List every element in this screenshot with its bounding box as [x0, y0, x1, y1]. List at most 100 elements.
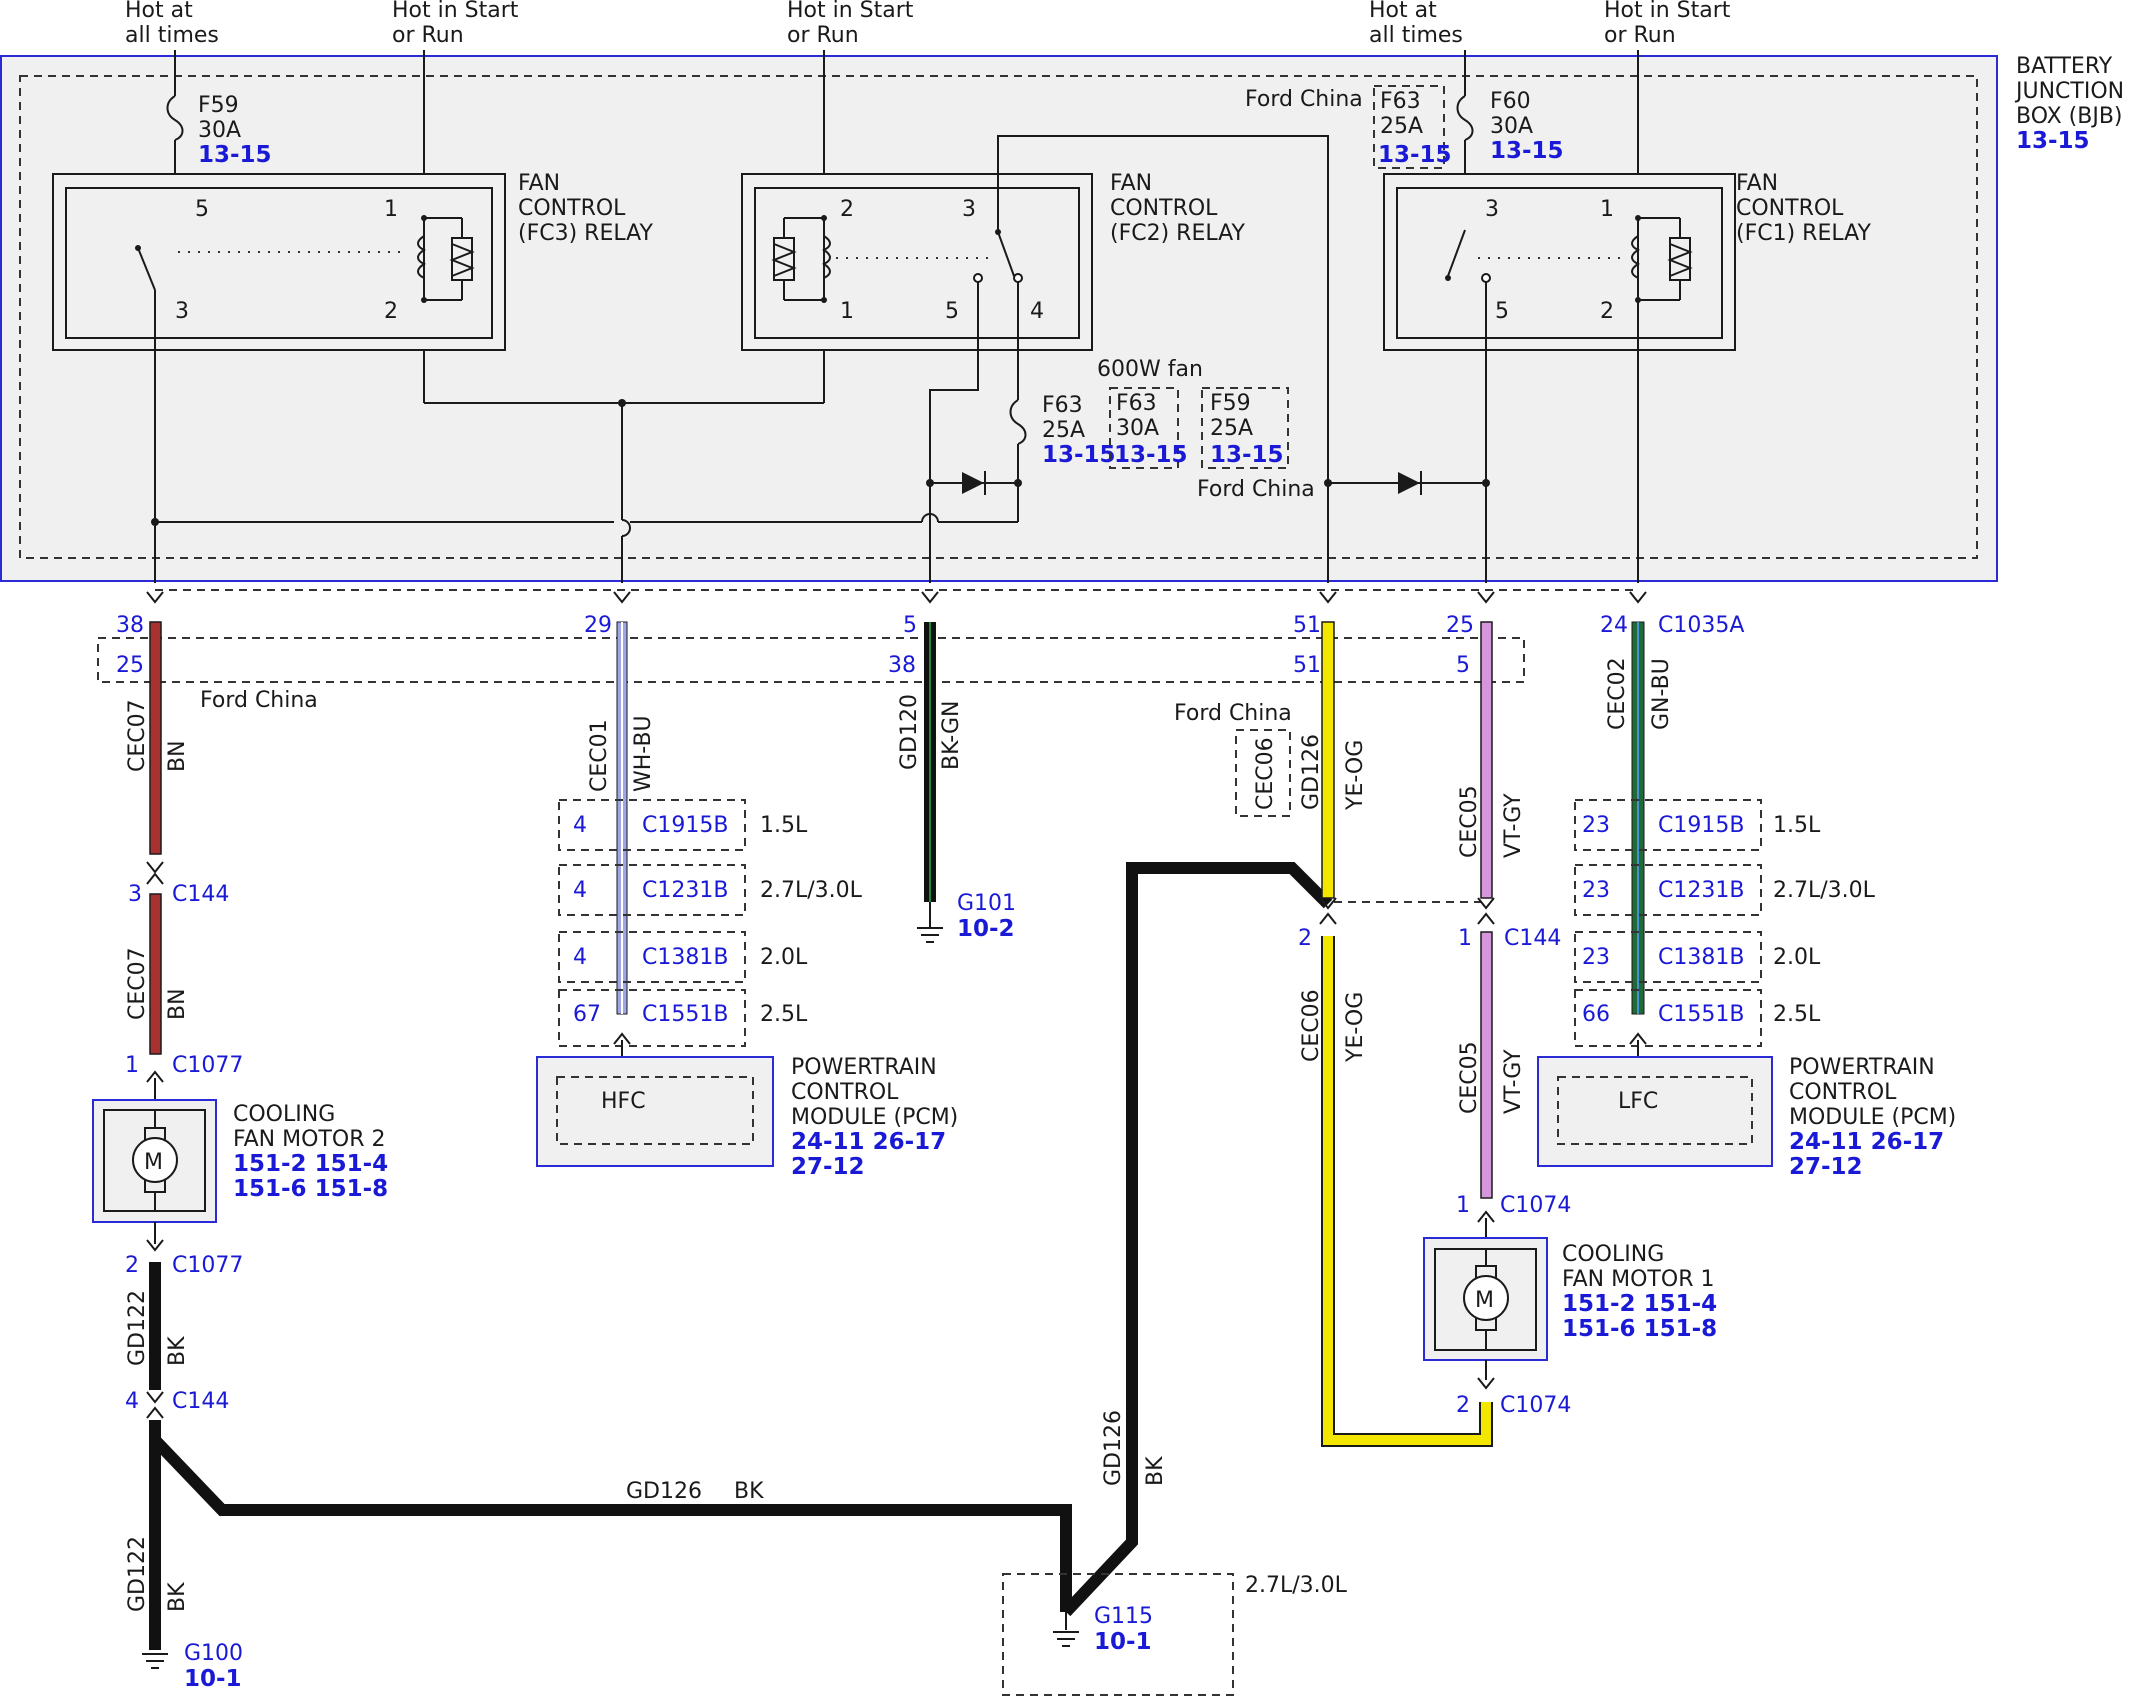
ground-g100: G100 10-1 [184, 1641, 243, 1692]
pcm-left-connector-rows: 4 C1915B 1.5L 4 C1231B 2.7L/3.0L 4 C1381… [558, 799, 863, 1047]
svg-text:CEC06: CEC06 [1299, 989, 1324, 1062]
svg-text:YE-OG: YE-OG [1343, 992, 1368, 1063]
connector-c1074-1: 1 C1074 [1456, 1193, 1571, 1218]
svg-text:FAN: FAN [518, 171, 560, 196]
svg-text:1: 1 [384, 197, 398, 222]
ford-china-cec06-label: CEC06 [1253, 737, 1278, 810]
svg-text:GD126: GD126 [1299, 734, 1324, 810]
svg-text:25: 25 [116, 653, 144, 678]
svg-text:25A: 25A [1210, 416, 1253, 441]
svg-text:2: 2 [1600, 299, 1614, 324]
svg-text:BK: BK [165, 1582, 190, 1612]
power-label-3: Hot in Start or Run [787, 0, 914, 48]
connector-c1077-1: 1 C1077 [125, 1053, 243, 1078]
svg-text:C1551B: C1551B [642, 1002, 728, 1027]
svg-text:CONTROL: CONTROL [518, 196, 626, 221]
svg-text:Hot in Start: Hot in Start [787, 0, 914, 23]
svg-text:BN: BN [165, 740, 190, 772]
svg-text:VT-GY: VT-GY [1501, 1049, 1526, 1114]
pin-51: 51 [1293, 613, 1321, 638]
svg-text:24-11 26-17: 24-11 26-17 [1789, 1129, 1944, 1155]
power-label-2: Hot in Start or Run [392, 0, 519, 48]
svg-text:2.0L: 2.0L [1773, 945, 1821, 970]
svg-text:151-2 151-4: 151-2 151-4 [233, 1151, 388, 1177]
svg-text:C144: C144 [1504, 926, 1561, 951]
svg-text:C144: C144 [172, 1389, 229, 1414]
wire-cec05-vt-gy-2 [1480, 931, 1493, 1199]
svg-text:13-15: 13-15 [1042, 442, 1116, 468]
svg-text:BK: BK [165, 1336, 190, 1366]
svg-text:5: 5 [1456, 653, 1470, 678]
svg-text:JUNCTION: JUNCTION [2014, 79, 2124, 104]
svg-text:151-2 151-4: 151-2 151-4 [1562, 1291, 1717, 1317]
ground-icon [917, 927, 943, 943]
svg-text:23: 23 [1582, 945, 1610, 970]
svg-text:25A: 25A [1042, 418, 1085, 443]
svg-text:3: 3 [175, 299, 189, 324]
svg-text:4: 4 [1030, 299, 1044, 324]
relay-fc1: 3 1 5 2 [1383, 173, 1736, 351]
svg-text:BN: BN [165, 988, 190, 1020]
svg-text:10-1: 10-1 [184, 1666, 242, 1692]
svg-text:2.7L/3.0L: 2.7L/3.0L [760, 878, 863, 903]
svg-text:F63: F63 [1116, 391, 1157, 416]
connector-c144-2: 2 [1298, 926, 1312, 951]
svg-text:FAN: FAN [1736, 171, 1778, 196]
wiring-diagram: Hot at all times Hot in Start or Run Hot… [0, 0, 2124, 1696]
svg-text:4: 4 [573, 878, 587, 903]
svg-text:M: M [144, 1150, 163, 1175]
svg-text:GD120: GD120 [897, 694, 922, 770]
wire-cec05-vt-gy [1480, 621, 1493, 899]
connector-c1074-2: 2 C1074 [1456, 1393, 1571, 1418]
svg-text:COOLING: COOLING [1562, 1242, 1664, 1267]
svg-text:C1074: C1074 [1500, 1193, 1571, 1218]
connector-arrow-icon [146, 873, 164, 885]
pin-24: 24 [1600, 613, 1628, 638]
svg-text:13-15: 13-15 [1210, 442, 1284, 468]
svg-text:4: 4 [573, 945, 587, 970]
pcm-right-label: POWERTRAIN CONTROL MODULE (PCM) 24-11 26… [1789, 1055, 1956, 1180]
engine-note: 2.7L/3.0L [1245, 1573, 1348, 1598]
bjb-label: BATTERY JUNCTION BOX (BJB) 13-15 [2014, 54, 2124, 154]
svg-text:F63: F63 [1380, 89, 1421, 114]
svg-text:CEC07: CEC07 [125, 699, 150, 772]
svg-text:C1077: C1077 [172, 1253, 243, 1278]
fan-600w-note: 600W fan [1097, 357, 1203, 382]
svg-text:M: M [1475, 1288, 1494, 1313]
connector-arrow-icon [1319, 913, 1337, 925]
svg-text:CONTROL: CONTROL [791, 1080, 899, 1105]
svg-text:all times: all times [1369, 23, 1463, 48]
svg-text:1.5L: 1.5L [1773, 813, 1821, 838]
svg-text:3: 3 [128, 882, 142, 907]
svg-text:C1381B: C1381B [1658, 945, 1744, 970]
svg-text:67: 67 [573, 1002, 601, 1027]
pin-25: 25 [1446, 613, 1474, 638]
svg-text:CEC02: CEC02 [1605, 657, 1630, 730]
svg-text:C1381B: C1381B [642, 945, 728, 970]
svg-text:C1915B: C1915B [642, 813, 728, 838]
svg-text:C1074: C1074 [1500, 1393, 1571, 1418]
svg-text:WH-BU: WH-BU [631, 715, 656, 792]
svg-text:CEC07: CEC07 [125, 947, 150, 1020]
svg-text:GD126: GD126 [626, 1479, 702, 1504]
svg-text:2: 2 [840, 197, 854, 222]
svg-text:BOX (BJB): BOX (BJB) [2016, 104, 2123, 129]
svg-text:1: 1 [840, 299, 854, 324]
cooling-fan-motor-2-label: COOLING FAN MOTOR 2 151-2 151-4 151-6 15… [233, 1102, 388, 1202]
svg-text:2: 2 [125, 1253, 139, 1278]
connector-c144-1: 1 C144 [1458, 926, 1561, 951]
svg-text:all times: all times [125, 23, 219, 48]
svg-text:13-15: 13-15 [1114, 442, 1188, 468]
svg-text:13-15: 13-15 [1378, 142, 1452, 168]
power-label-4: Hot at all times [1369, 0, 1463, 48]
svg-text:CONTROL: CONTROL [1789, 1080, 1897, 1105]
svg-text:G101: G101 [957, 891, 1016, 916]
pcm-hfc-label: HFC [601, 1089, 646, 1114]
svg-text:1: 1 [1600, 197, 1614, 222]
svg-text:1: 1 [1458, 926, 1472, 951]
svg-text:13-15: 13-15 [1490, 138, 1564, 164]
svg-text:Hot at: Hot at [1369, 0, 1437, 23]
svg-text:GN-BU: GN-BU [1649, 658, 1674, 730]
svg-text:2.5L: 2.5L [760, 1002, 808, 1027]
svg-text:51: 51 [1293, 653, 1321, 678]
